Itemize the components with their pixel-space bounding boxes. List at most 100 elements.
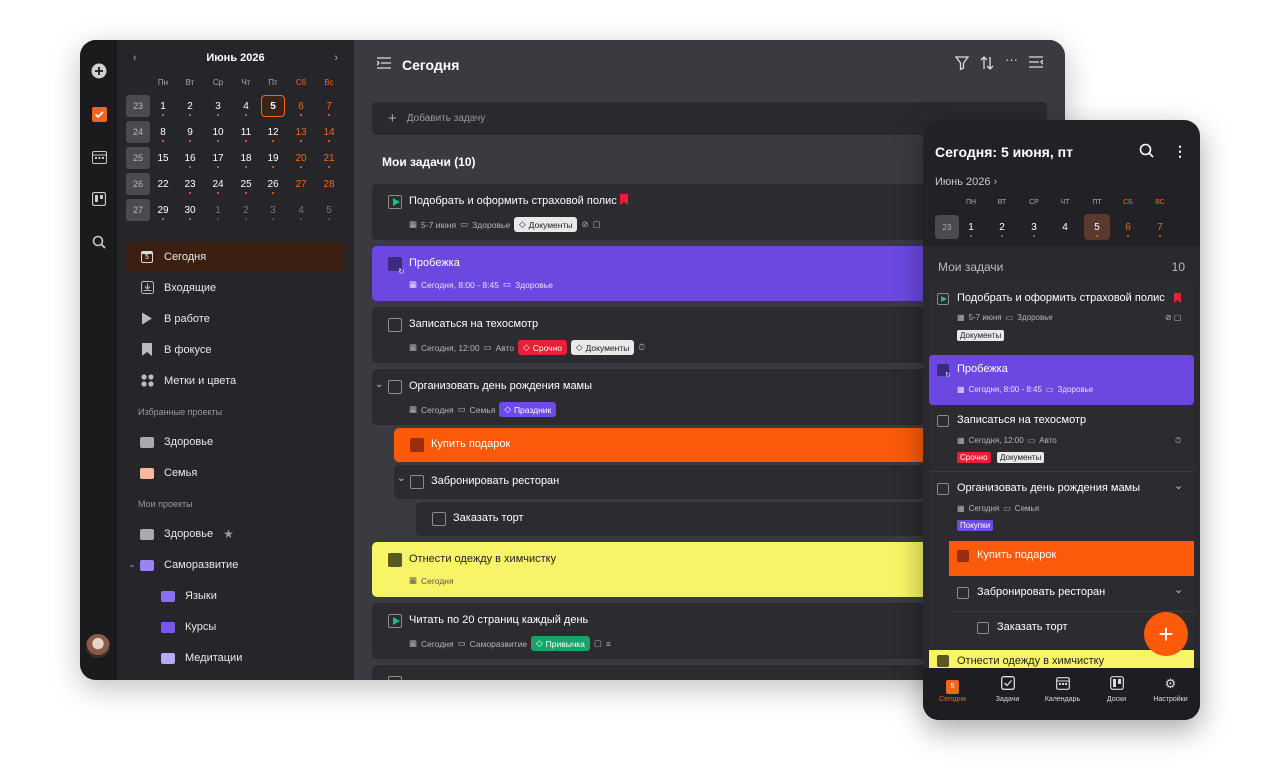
mobile-month[interactable]: Июнь 2026 › xyxy=(935,176,997,188)
sidebar-item-in-progress[interactable]: В работе xyxy=(126,304,345,333)
search-icon[interactable] xyxy=(89,232,109,252)
task-checkbox[interactable] xyxy=(388,553,402,567)
calendar-day[interactable]: 5 xyxy=(1084,214,1110,240)
calendar-day[interactable]: 27 xyxy=(289,173,313,195)
sidebar-item-project-health[interactable]: Здоровье ★ xyxy=(126,519,345,548)
calendar-day[interactable]: 19 xyxy=(261,147,285,169)
calendar-day[interactable]: 15 xyxy=(151,147,175,169)
calendar-day[interactable]: 30 xyxy=(178,199,202,221)
tab-boards[interactable]: Доски xyxy=(1089,676,1144,703)
more-vertical-icon[interactable]: ⋮ xyxy=(1173,143,1187,160)
tag-badge[interactable]: Срочно xyxy=(957,452,991,463)
tag-badge[interactable]: Покупки xyxy=(957,520,994,531)
tag-badge[interactable]: ◇ Документы xyxy=(570,340,635,355)
calendar-day[interactable]: 25 xyxy=(234,173,258,195)
more-icon[interactable]: ··· xyxy=(1005,52,1018,67)
subtask-row[interactable]: Купить подарок xyxy=(949,541,1194,576)
task-row[interactable]: Записаться на техосмотр ▦ Сегодня, 12:00 … xyxy=(929,408,1194,472)
tag-badge[interactable]: ◇ Праздник xyxy=(499,402,557,417)
calendar-day[interactable]: 10 xyxy=(206,121,230,143)
calendar-day[interactable]: 28 xyxy=(317,173,341,195)
calendar-day[interactable]: 29 xyxy=(151,199,175,221)
sidebar-item-today[interactable]: 5 Сегодня xyxy=(126,242,345,271)
tasks-checkbox-icon[interactable] xyxy=(89,104,109,124)
task-checkbox[interactable] xyxy=(937,655,949,667)
list-settings-icon[interactable] xyxy=(1029,56,1044,71)
sidebar-item-project-courses[interactable]: Курсы xyxy=(126,612,345,641)
tag-badge[interactable]: ◇ Привычка xyxy=(531,636,590,651)
calendar-day[interactable]: 4 xyxy=(289,199,313,221)
calendar-day[interactable]: 14 xyxy=(317,121,341,143)
tag-badge[interactable]: Документы xyxy=(957,330,1005,341)
task-row[interactable]: Подобрать и оформить страховой полис ▦ 5-… xyxy=(929,285,1194,351)
task-checkbox[interactable] xyxy=(410,475,424,489)
tag-badge[interactable]: ◇ Срочно xyxy=(518,340,567,355)
calendar-day[interactable]: 1 xyxy=(206,199,230,221)
sidebar-item-fav-family[interactable]: Семья xyxy=(126,458,345,487)
calendar-day[interactable]: 3 xyxy=(206,95,230,117)
calendar-day[interactable]: 1 xyxy=(151,95,175,117)
task-checkbox[interactable] xyxy=(937,415,949,427)
sidebar-item-project-selfdev[interactable]: ⌄ Саморазвитие xyxy=(126,550,345,579)
prev-month-button[interactable]: ‹ xyxy=(133,52,137,64)
calendar-day[interactable]: 4 xyxy=(234,95,258,117)
calendar-day[interactable]: 2 xyxy=(234,199,258,221)
filter-icon[interactable] xyxy=(954,56,970,73)
tag-badge[interactable]: Документы xyxy=(997,452,1045,463)
calendar-day[interactable]: 5 xyxy=(261,95,285,117)
tab-tasks[interactable]: Задачи xyxy=(980,676,1035,703)
task-checkbox[interactable] xyxy=(977,622,989,634)
calendar-day[interactable]: 3 xyxy=(261,199,285,221)
task-checkbox[interactable] xyxy=(388,676,402,680)
tab-settings[interactable]: ⚙ Настройки xyxy=(1143,676,1198,703)
next-month-button[interactable]: › xyxy=(334,52,338,64)
calendar-day[interactable]: 8 xyxy=(151,121,175,143)
task-checkbox[interactable] xyxy=(432,512,446,526)
calendar-day[interactable]: 13 xyxy=(289,121,313,143)
calendar-day[interactable]: 7 xyxy=(1147,214,1173,240)
task-in-progress-checkbox[interactable] xyxy=(388,195,402,209)
avatar[interactable] xyxy=(86,634,110,658)
calendar-day[interactable]: 17 xyxy=(206,147,230,169)
calendar-day[interactable]: 23 xyxy=(178,173,202,195)
sort-icon[interactable] xyxy=(980,56,994,73)
calendar-day[interactable]: 24 xyxy=(206,173,230,195)
star-icon[interactable]: ★ xyxy=(223,527,234,541)
calendar-day[interactable]: 12 xyxy=(261,121,285,143)
calendar-day[interactable]: 22 xyxy=(151,173,175,195)
calendar-day[interactable]: 26 xyxy=(261,173,285,195)
task-row[interactable]: ↻ Пробежка ▦ Сегодня, 8:00 - 8:45 ▭ Здоров… xyxy=(929,355,1194,405)
calendar-day[interactable]: 16 xyxy=(178,147,202,169)
chevron-down-icon[interactable]: ⌄ xyxy=(397,473,405,484)
calendar-day[interactable]: 20 xyxy=(289,147,313,169)
sidebar-item-project-languages[interactable]: Языки xyxy=(126,581,345,610)
calendar-day[interactable]: 18 xyxy=(234,147,258,169)
search-icon[interactable] xyxy=(1139,143,1154,161)
calendar-day[interactable]: 2 xyxy=(178,95,202,117)
task-checkbox[interactable] xyxy=(957,587,969,599)
tab-calendar[interactable]: Календарь xyxy=(1035,676,1090,703)
calendar-day[interactable]: 6 xyxy=(289,95,313,117)
calendar-day[interactable]: 21 xyxy=(317,147,341,169)
task-checkbox[interactable] xyxy=(388,380,402,394)
subtask-row[interactable]: Забронировать ресторан ⌄ xyxy=(949,578,1194,612)
add-circle-icon[interactable] xyxy=(89,61,109,81)
collapse-sidebar-icon[interactable] xyxy=(376,57,391,72)
add-task-fab[interactable]: + xyxy=(1144,612,1188,656)
chevron-down-icon[interactable]: ⌄ xyxy=(128,559,136,570)
task-in-progress-checkbox[interactable] xyxy=(937,293,949,305)
task-row[interactable]: Организовать день рождения мамы ⌄ ▦ Сегод… xyxy=(929,476,1194,538)
calendar-day[interactable]: 1 xyxy=(958,214,984,240)
chevron-down-icon[interactable]: ⌄ xyxy=(1174,479,1183,492)
boards-icon[interactable] xyxy=(89,189,109,209)
chevron-down-icon[interactable]: ⌄ xyxy=(1174,583,1183,596)
calendar-day[interactable]: 2 xyxy=(989,214,1015,240)
task-checkbox[interactable] xyxy=(937,483,949,495)
calendar-day[interactable]: 4 xyxy=(1052,214,1078,240)
task-checkbox[interactable] xyxy=(410,438,424,452)
sidebar-item-inbox[interactable]: Входящие xyxy=(126,273,345,302)
sidebar-item-tags[interactable]: Метки и цвета xyxy=(126,366,345,395)
calendar-day[interactable]: 7 xyxy=(317,95,341,117)
calendar-day[interactable]: 5 xyxy=(317,199,341,221)
chevron-down-icon[interactable]: ⌄ xyxy=(375,379,383,390)
